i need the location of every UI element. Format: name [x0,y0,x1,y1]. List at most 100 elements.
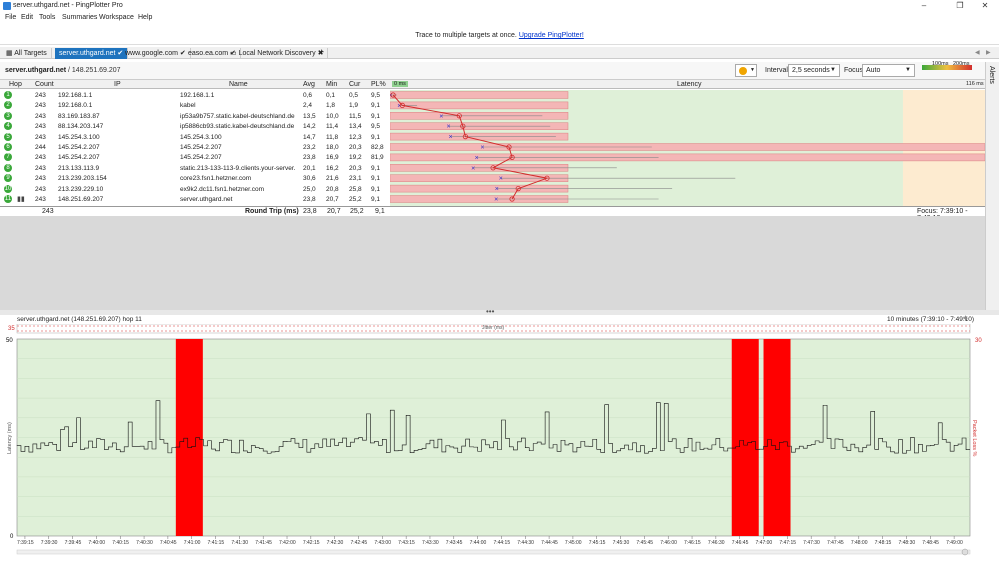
tab-local-network-discovery[interactable]: ▭ Local Network Discovery ✖ [226,48,329,59]
banner-text: Trace to multiple targets at once. Upgra… [0,32,999,39]
upgrade-link[interactable]: Upgrade PingPlotter! [519,32,584,39]
col-cur[interactable]: Cur [349,81,360,88]
target-toolbar: server.uthgard.net / 148.251.69.207 ▼ In… [0,61,985,80]
cell-name: ex9k2.dc11.fsn1.hetzner.com [180,185,265,193]
x-tick-label: 7:40:45 [160,540,177,546]
maximize-button[interactable]: ❐ [946,0,974,12]
summary-row: 243 Round Trip (ms) 23,8 20,7 25,2 9,1 F… [0,206,985,222]
cell-cur: 25,2 [349,196,362,203]
target-address: server.uthgard.net / 148.251.69.207 [5,67,121,74]
x-tick-label: 7:46:45 [732,540,749,546]
table-row[interactable]: 9 243 213.239.203.154 core23.fsn1.hetzner.c… [0,174,390,184]
table-row[interactable]: 11 243 148.251.69.207 server.uthgard.net 23,… [0,195,390,205]
hop-number-badge: 6 [4,143,12,151]
chevron-down-icon: ▼ [830,67,836,73]
table-row[interactable]: 2 243 192.168.0.1 kabel 2,4 1,8 1,9 9,1 [0,101,390,111]
cell-min: 16,2 [326,164,339,172]
pause-button[interactable]: ▼ [735,64,757,77]
x-tick-label: 7:39:15 [17,540,34,546]
add-tab-button[interactable]: + [319,47,324,57]
timeline-duration: 10 minutes (7:39:10 - 7:49:10) [887,316,975,323]
col-max-ms: 116 ms [966,81,984,87]
table-row[interactable]: 8 243 213.133.113.9 static.213-133-113-9.cl… [0,163,390,174]
summary-cur: 25,2 [350,208,364,215]
x-tick-label: 7:42:15 [303,540,320,546]
packet-loss-block [763,339,791,536]
summary-min: 20,7 [327,208,341,215]
cell-count: 243 [35,92,46,99]
focus-label: Focus [844,67,864,74]
cell-avg: 14,2 [303,123,316,131]
cell-avg: 23,8 [303,154,316,162]
col-latency[interactable]: Latency [677,81,702,88]
focus-select[interactable]: Auto ▼ [862,64,915,77]
col-avg[interactable]: Avg [303,81,315,88]
cell-count: 243 [35,164,46,172]
menu-workspace[interactable]: Workspace [99,14,134,21]
table-row[interactable]: 10 243 213.239.229.10 ex9k2.dc11.fsn1.hetzn… [0,184,390,195]
y-axis-label-right: Packet Loss % [971,420,977,456]
cell-pl: 9,5 [371,92,381,99]
alerts-label: Alerts [988,66,995,84]
tab-label: All Targets [14,50,47,57]
menu-file[interactable]: File [5,14,16,21]
cell-name: 145.254.2.207 [180,154,222,162]
cell-count: 243 [35,196,46,203]
close-window-button[interactable]: ✕ [971,0,999,12]
cell-min: 11,8 [326,133,339,141]
menu-bar: File Edit Tools Summaries Workspace Help [0,12,999,23]
cell-count: 243 [35,102,46,110]
x-tick-label: 7:45:15 [589,540,606,546]
col-count[interactable]: Count [35,81,54,88]
hop-number-badge: 7 [4,153,12,162]
cell-avg: 2,4 [303,102,313,110]
table-row[interactable]: 1 243 192.168.1.1 192.168.1.1 0,6 0,1 0,5 9,5 [0,91,390,101]
col-ip[interactable]: IP [114,81,121,88]
packet-loss-block [731,339,759,536]
tab-all-targets[interactable]: ▦ All Targets [2,48,52,59]
menu-edit[interactable]: Edit [21,14,33,21]
menu-summaries[interactable]: Summaries [62,14,97,21]
cell-ip: 148.251.69.207 [58,196,104,203]
table-row[interactable]: 5 243 145.254.3.100 145.254.3.100 14,7 11,8 12… [0,132,390,143]
grid-icon: ▦ [6,50,13,57]
col-name[interactable]: Name [229,81,248,88]
minimize-button[interactable]: – [910,0,938,12]
timeline-title: server.uthgard.net (148.251.69.207) hop … [17,316,142,323]
chevron-down-icon: ▼ [750,67,755,73]
table-row[interactable]: 6 244 145.254.2.207 145.254.2.207 23,2 18,0 20… [0,143,390,153]
table-row[interactable]: 7 243 145.254.2.207 145.254.2.207 23,8 16,9 19… [0,153,390,163]
cell-name: core23.fsn1.hetzner.com [180,175,252,183]
tab-scroll-left-icon[interactable]: ◀ [975,49,980,56]
cell-name: server.uthgard.net [180,196,233,203]
x-tick-label: 7:49:00 [946,540,963,546]
cell-cur: 13,4 [349,123,362,131]
timeline-graph[interactable]: Jitter (ms) 35 50 0 30 Latency (ms) Packet Los… [0,324,985,562]
table-row[interactable]: 3 243 83.169.183.87 ip53a9b757.static.kabel… [0,111,390,122]
scroll-handle[interactable] [961,548,969,556]
cell-min: 16,9 [326,154,339,162]
latency-trace-panel[interactable]: ××××××××××× [390,90,985,206]
col-min[interactable]: Min [326,81,337,88]
cell-cur: 23,1 [349,175,362,183]
menu-tools[interactable]: Tools [39,14,55,21]
time-scrollbar[interactable] [16,549,971,555]
cell-pl: 81,9 [371,154,384,162]
cell-ip: 145.254.2.207 [58,144,100,151]
tab-server-uthgard[interactable]: server.uthgard.net ✔ [55,48,129,59]
target-host: server.uthgard.net [5,67,67,74]
interval-select[interactable]: 2,5 seconds ▼ [788,64,840,77]
summary-label: Round Trip (ms) [245,208,299,215]
table-row[interactable]: 4 243 88.134.203.147 ip5886cb93.static.kabe… [0,122,390,132]
min-marker: × [449,134,453,141]
menu-help[interactable]: Help [138,14,152,21]
alerts-panel-tab[interactable]: Alerts [985,62,999,312]
tab-scroll-right-icon[interactable]: ▶ [986,49,991,56]
cell-pl: 9,1 [371,164,381,172]
col-pl[interactable]: PL% [371,81,386,88]
col-hop[interactable]: Hop [9,81,22,88]
tab-google[interactable]: www.google.com ✔ [121,48,191,59]
x-tick-label: 7:41:15 [208,540,225,546]
graph-icon[interactable]: ▮▮ [17,195,25,203]
gear-icon[interactable]: ✱ [963,315,968,322]
